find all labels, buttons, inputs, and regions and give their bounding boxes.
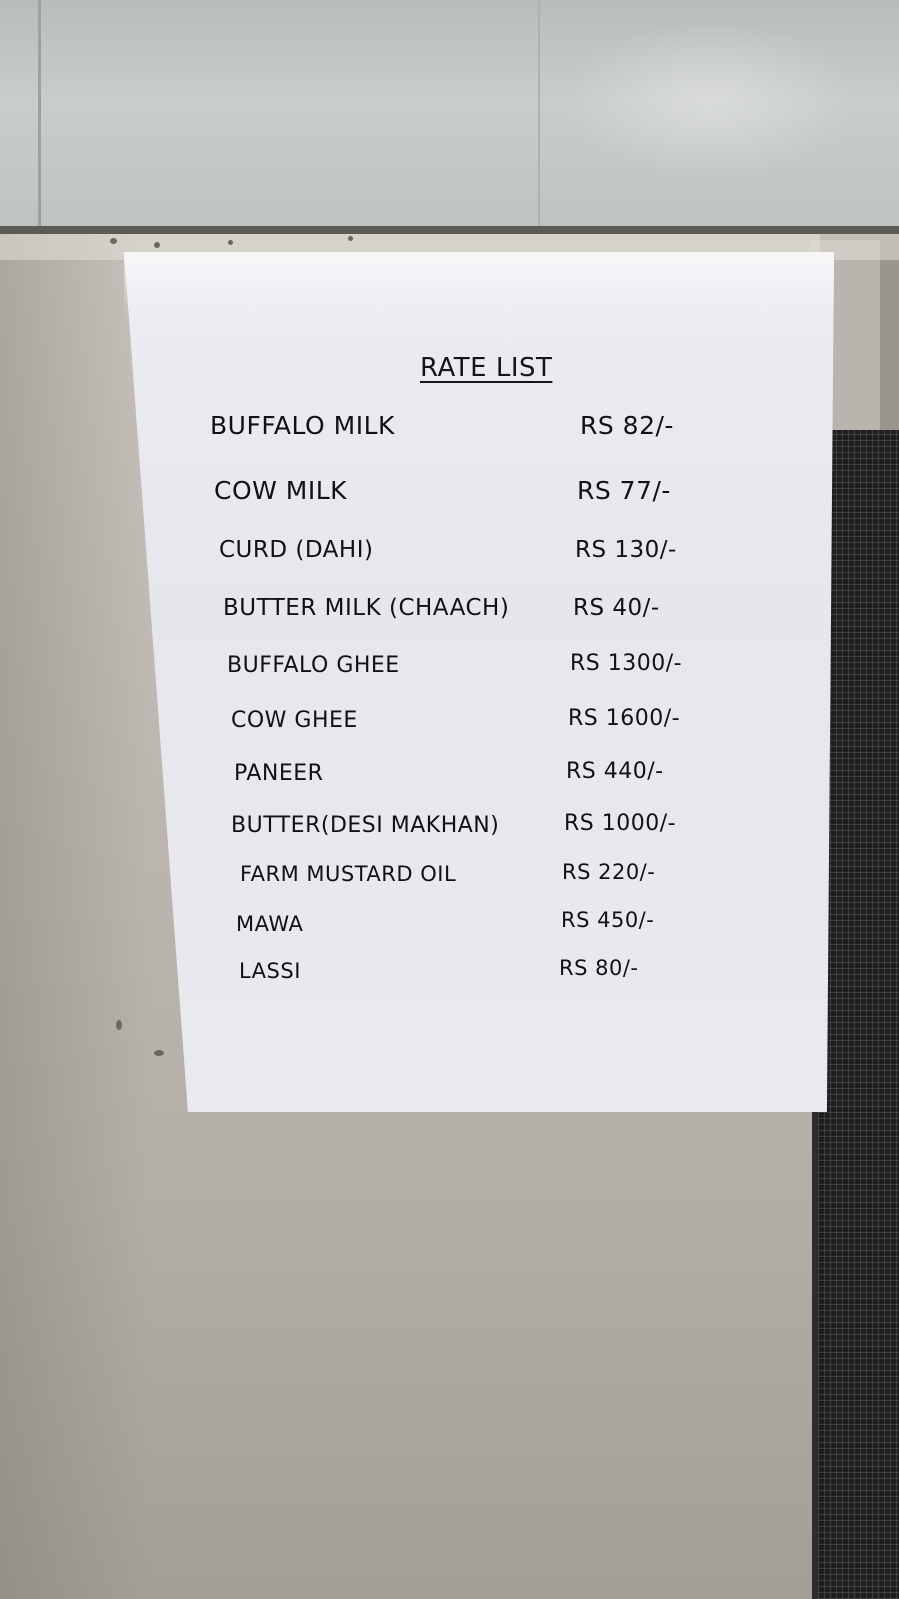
price-farm-mustard-oil: RS 220/- xyxy=(562,860,656,884)
glass-seam xyxy=(38,0,41,228)
tape-residue xyxy=(116,1020,122,1030)
item-cow-ghee: COW GHEE xyxy=(231,708,358,733)
item-mawa: MAWA xyxy=(236,912,304,936)
price-buffalo-milk: RS 82/- xyxy=(580,411,674,440)
price-butter-milk: RS 40/- xyxy=(573,595,660,621)
tape-residue xyxy=(154,1050,164,1056)
item-lassi: LASSI xyxy=(239,959,301,983)
item-buffalo-ghee: BUFFALO GHEE xyxy=(227,653,400,678)
price-cow-ghee: RS 1600/- xyxy=(568,706,681,731)
paper-glare xyxy=(124,252,834,322)
item-butter-desi-makhan: BUTTER(DESI MAKHAN) xyxy=(231,813,500,838)
price-butter-desi-makhan: RS 1000/- xyxy=(564,811,677,836)
price-mawa: RS 450/- xyxy=(561,908,655,932)
rate-list-title: RATE LIST xyxy=(420,353,553,383)
item-cow-milk: COW MILK xyxy=(214,476,348,505)
glass-reflection xyxy=(560,20,860,180)
price-curd: RS 130/- xyxy=(575,537,677,563)
item-buffalo-milk: BUFFALO MILK xyxy=(210,411,395,440)
tape-residue xyxy=(228,240,233,245)
item-curd: CURD (DAHI) xyxy=(219,537,374,563)
tape-residue xyxy=(154,242,160,248)
item-paneer: PANEER xyxy=(234,761,324,786)
panel-edge xyxy=(0,226,899,234)
tape-residue xyxy=(348,236,353,241)
item-butter-milk: BUTTER MILK (CHAACH) xyxy=(223,595,510,621)
price-cow-milk: RS 77/- xyxy=(577,476,671,505)
photo-scene: RATE LIST BUFFALO MILK RS 82/- COW MILK … xyxy=(0,0,899,1599)
tape-residue xyxy=(110,238,117,244)
glass-seam xyxy=(538,0,540,228)
panel-shadow xyxy=(0,234,150,1599)
price-paneer: RS 440/- xyxy=(566,759,664,784)
price-lassi: RS 80/- xyxy=(559,956,639,980)
item-farm-mustard-oil: FARM MUSTARD OIL xyxy=(240,862,457,886)
price-buffalo-ghee: RS 1300/- xyxy=(570,651,683,676)
